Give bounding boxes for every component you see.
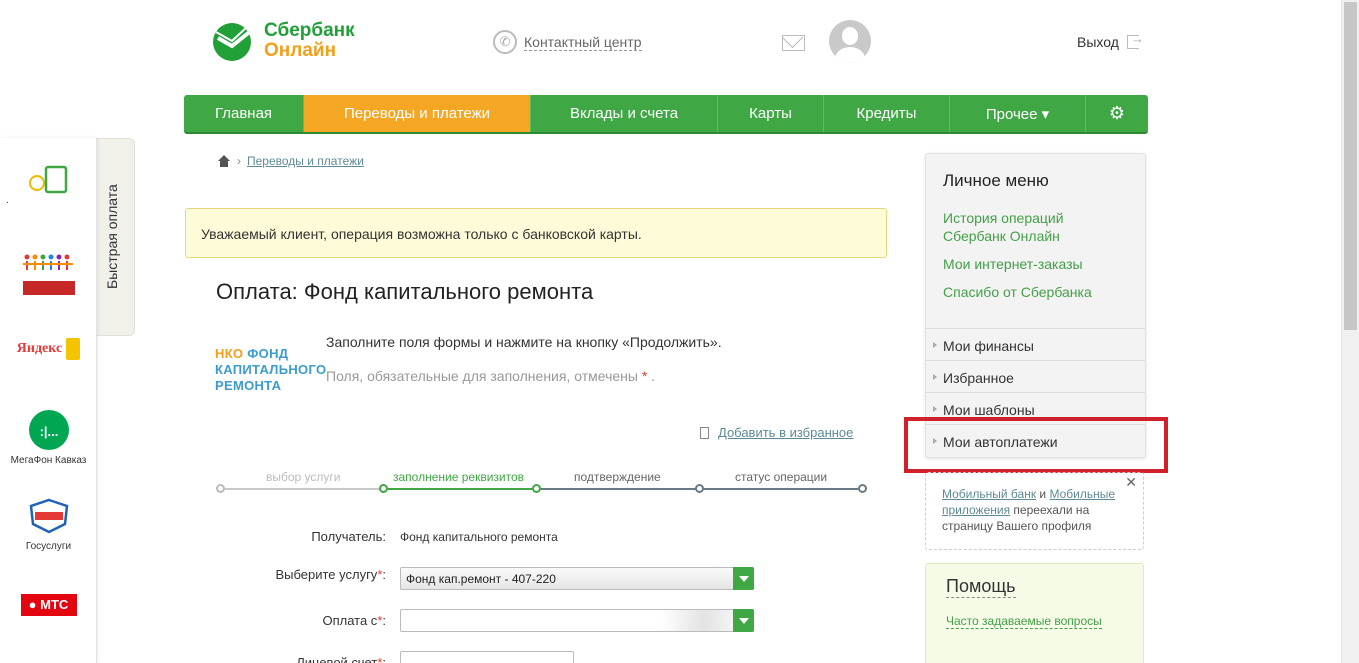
nav-item-cards[interactable]: Карты bbox=[718, 95, 824, 132]
chevron-right-icon: › bbox=[237, 154, 241, 168]
step-fill-details: заполнение реквизитов bbox=[393, 470, 524, 484]
scrollbar[interactable] bbox=[1341, 0, 1359, 663]
step-select-service: выбор услуги bbox=[266, 470, 341, 484]
nav-item-credits[interactable]: Кредиты bbox=[824, 95, 950, 132]
spasibo-link[interactable]: Спасибо от Сбербанка bbox=[943, 283, 1092, 301]
highlight-box bbox=[904, 417, 1168, 473]
logout-icon bbox=[1127, 35, 1139, 49]
provider-logo: НКО ФОНД КАПИТАЛЬНОГО РЕМОНТА bbox=[215, 346, 326, 394]
nav-item-deposits[interactable]: Вклады и счета bbox=[531, 95, 718, 132]
quick-pay-item-mts[interactable]: ● МТС bbox=[0, 594, 97, 616]
menu-row-favorites[interactable]: Избранное bbox=[926, 360, 1145, 392]
chevron-down-icon bbox=[733, 567, 754, 590]
quick-pay-tab[interactable]: Быстрая оплата bbox=[96, 138, 135, 336]
quick-pay-item-charity[interactable] bbox=[0, 251, 97, 302]
phone-icon: ✆ bbox=[493, 30, 517, 54]
internet-orders-link[interactable]: Мои интернет-заказы bbox=[943, 255, 1083, 273]
yandex-money-icon: Яндекс bbox=[0, 338, 97, 360]
add-favorite-link[interactable]: Добавить в избранное bbox=[700, 425, 853, 440]
service-select[interactable]: Фонд кап.ремонт - 407-220 bbox=[400, 567, 754, 590]
operations-history-link[interactable]: История операций Сбербанк Онлайн bbox=[943, 209, 1093, 245]
service-select-value: Фонд кап.ремонт - 407-220 bbox=[406, 572, 556, 586]
mail-icon[interactable] bbox=[782, 35, 805, 51]
pay-from-select[interactable] bbox=[400, 609, 754, 632]
quick-pay-list: . Яндекс bbox=[0, 138, 97, 663]
step-dot-5 bbox=[858, 484, 867, 493]
page-title: Оплата: Фонд капитального ремонта bbox=[216, 279, 593, 305]
mobile-bank-link[interactable]: Мобильный банк bbox=[942, 487, 1036, 501]
add-favorite-label: Добавить в избранное bbox=[718, 425, 853, 440]
quick-pay-item-megafon[interactable]: :|... МегаФон Кавказ bbox=[0, 410, 97, 466]
avatar[interactable] bbox=[829, 20, 871, 62]
step-status: статус операции bbox=[735, 470, 827, 484]
mobile-moved-tip: ✕ Мобильный банк и Мобильные приложения … bbox=[925, 472, 1144, 550]
mts-icon: ● МТС bbox=[21, 594, 77, 616]
scrollbar-thumb[interactable] bbox=[1344, 2, 1357, 330]
step-dot-1 bbox=[216, 484, 225, 493]
logo-line1: Сбербанк bbox=[264, 21, 355, 41]
recipient-value: Фонд капитального ремонта bbox=[400, 530, 558, 544]
bookmark-icon bbox=[700, 427, 709, 439]
step-dot-2 bbox=[379, 484, 388, 493]
logout-link[interactable]: Выход bbox=[1077, 34, 1139, 50]
step-dot-3 bbox=[532, 484, 541, 493]
notice-banner: Уважаемый клиент, операция возможна толь… bbox=[185, 208, 887, 258]
gosuslugi-icon bbox=[25, 498, 73, 534]
sberbank-logo[interactable]: Сбербанк Онлайн bbox=[210, 20, 355, 62]
progress-steps: выбор услуги заполнение реквизитов подтв… bbox=[215, 468, 867, 498]
megafon-icon: :|... bbox=[21, 410, 77, 452]
recipient-label: Получатель: bbox=[216, 529, 386, 544]
menu-row-finances[interactable]: Мои финансы bbox=[926, 328, 1145, 360]
faq-link[interactable]: Часто задаваемые вопросы bbox=[946, 614, 1123, 628]
chevron-down-icon bbox=[733, 609, 754, 632]
breadcrumb-link-transfers[interactable]: Переводы и платежи bbox=[247, 154, 364, 168]
quick-pay-panel: Быстрая оплата . bbox=[0, 138, 135, 663]
svg-text::|...: :|... bbox=[39, 424, 58, 439]
breadcrumb: › Переводы и платежи bbox=[217, 154, 364, 168]
nav-item-transfers[interactable]: Переводы и платежи bbox=[304, 95, 531, 132]
quick-pay-item-mobile[interactable]: . bbox=[0, 164, 97, 206]
logo-line2: Онлайн bbox=[264, 41, 355, 61]
personal-menu: Личное меню История операций Сбербанк Он… bbox=[925, 153, 1146, 458]
next-field-input[interactable] bbox=[400, 651, 574, 663]
help-panel: Помощь Часто задаваемые вопросы bbox=[925, 563, 1144, 663]
nav-item-main[interactable]: Главная bbox=[184, 95, 304, 132]
personal-menu-title: Личное меню bbox=[943, 171, 1049, 191]
step-dot-4 bbox=[695, 484, 704, 493]
sberbank-logo-icon bbox=[210, 20, 256, 62]
logout-label: Выход bbox=[1077, 34, 1119, 50]
help-title[interactable]: Помощь bbox=[946, 576, 1016, 598]
home-icon[interactable] bbox=[217, 155, 231, 167]
pay-from-label: Оплата с*: bbox=[216, 613, 386, 628]
quick-pay-item-gosuslugi[interactable]: Госуслуги bbox=[0, 498, 97, 552]
service-label: Выберите услугу*: bbox=[216, 567, 386, 582]
main-nav: Главная Переводы и платежи Вклады и счет… bbox=[184, 95, 1148, 134]
quick-pay-item-yandex[interactable]: Яндекс bbox=[0, 338, 97, 360]
contact-center-label: Контактный центр bbox=[524, 34, 642, 51]
nav-item-other[interactable]: Прочее ▾ bbox=[950, 95, 1086, 132]
next-field-label: Лицевой счет*: bbox=[216, 655, 386, 663]
close-icon[interactable]: ✕ bbox=[1125, 474, 1137, 490]
required-fields-note: Поля, обязательные для заполнения, отмеч… bbox=[326, 368, 655, 384]
mobile-payment-icon bbox=[24, 164, 74, 196]
step-confirmation: подтверждение bbox=[574, 470, 661, 484]
settings-gear-icon[interactable]: ⚙ bbox=[1086, 95, 1148, 132]
charity-people-icon bbox=[21, 251, 77, 299]
contact-center-link[interactable]: ✆ Контактный центр bbox=[493, 30, 642, 54]
quick-pay-title: Быстрая оплата bbox=[104, 184, 120, 289]
instruction-text: Заполните поля формы и нажмите на кнопку… bbox=[326, 334, 722, 350]
